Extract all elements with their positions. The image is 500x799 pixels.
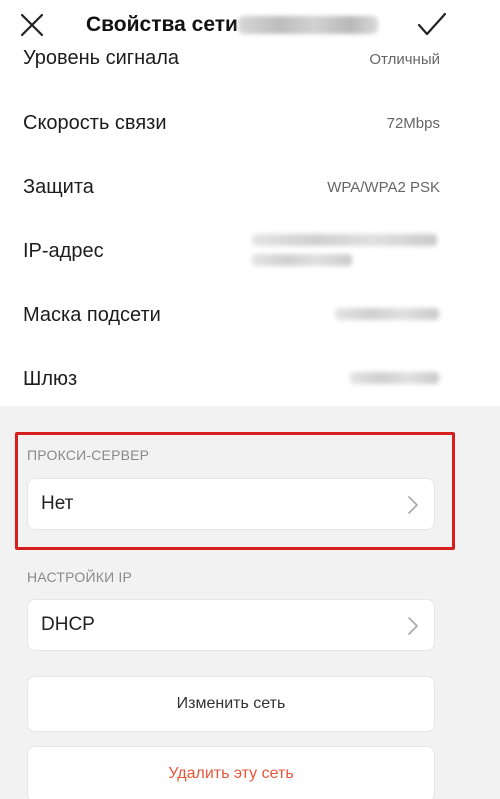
speed-label: Скорость связи [23, 112, 167, 134]
proxy-section-label: ПРОКСИ-СЕРВЕР [27, 447, 150, 463]
mask-label: Маска подсети [23, 304, 161, 326]
header-bar: Свойства сети [0, 0, 500, 50]
network-properties-screen: Уровень сигнала Отличный Скорость связи … [0, 0, 500, 799]
ip-value-redacted [252, 234, 437, 246]
chevron-right-icon [408, 617, 418, 635]
speed-value: 72Mbps [386, 115, 440, 132]
ip-settings-section-label: НАСТРОЙКИ IP [27, 569, 133, 585]
checkmark-icon [417, 12, 447, 36]
close-icon [20, 13, 44, 37]
modify-network-button[interactable]: Изменить сеть [27, 676, 435, 732]
gateway-value-redacted [350, 372, 439, 384]
ip-value-redacted-line2 [252, 254, 352, 266]
page-title: Свойства сети [86, 13, 238, 36]
network-info-panel: Уровень сигнала Отличный Скорость связи … [0, 0, 500, 406]
proxy-value: Нет [41, 493, 74, 514]
signal-value: Отличный [369, 51, 440, 68]
ip-settings-selector[interactable]: DHCP [27, 599, 435, 651]
confirm-button[interactable] [416, 10, 448, 40]
proxy-selector[interactable]: Нет [27, 478, 435, 530]
close-button[interactable] [17, 10, 47, 40]
info-row-speed: Скорость связи 72Mbps [0, 90, 500, 154]
info-row-security: Защита WPA/WPA2 PSK [0, 154, 500, 218]
info-row-ip: IP-адрес [0, 218, 500, 282]
mask-value-redacted [335, 308, 439, 320]
info-row-mask: Маска подсети [0, 282, 500, 346]
ip-settings-value: DHCP [41, 614, 95, 635]
delete-network-button[interactable]: Удалить эту сеть [27, 746, 435, 799]
info-row-gateway: Шлюз [0, 346, 500, 410]
ip-label: IP-адрес [23, 240, 104, 262]
network-name-redacted [238, 16, 378, 34]
chevron-right-icon [408, 496, 418, 514]
security-value: WPA/WPA2 PSK [327, 179, 440, 196]
security-label: Защита [23, 176, 94, 198]
gateway-label: Шлюз [23, 368, 78, 390]
